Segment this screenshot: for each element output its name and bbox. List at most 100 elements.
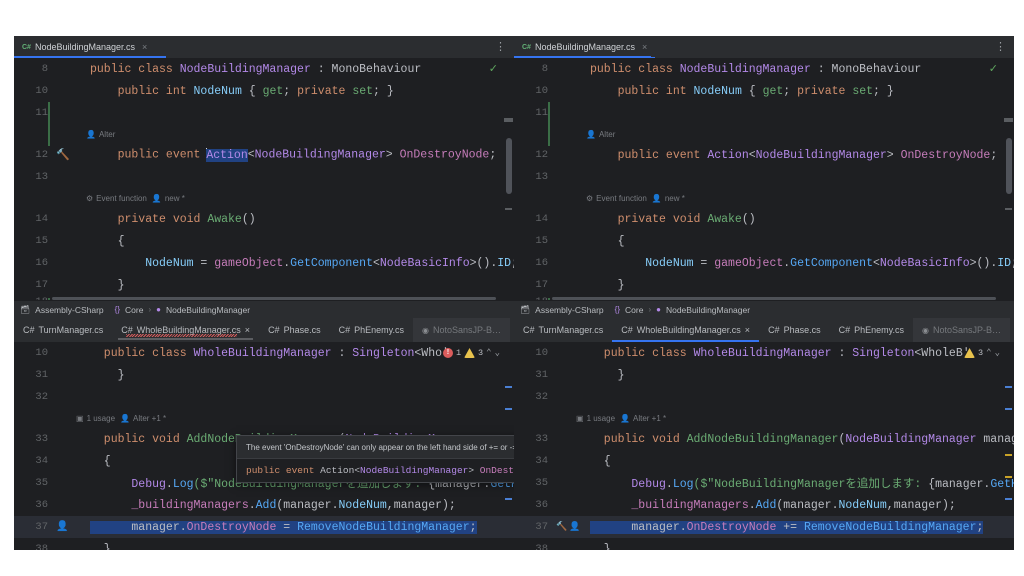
tab-wholebuildingmanager-right[interactable]: C# WholeBuildingManager.cs × <box>612 318 759 342</box>
prev-issue-icon[interactable]: ⌃ <box>486 348 491 358</box>
hint-text: ▣ 1 usage 👤 Alter +1 * <box>576 413 667 423</box>
bottom-tabstrip-right: C# TurnManager.cs C# WholeBuildingManage… <box>514 318 1014 342</box>
code-line: 35 Debug.Log($"NodeBuildingManagerを追加します… <box>514 472 1014 494</box>
usages-icon[interactable]: 👤 <box>569 522 580 532</box>
close-icon[interactable]: × <box>245 325 250 335</box>
class-icon: ● <box>656 305 661 314</box>
tab-turnmanager-left[interactable]: C# TurnManager.cs <box>14 318 112 342</box>
warning-triangle-icon[interactable] <box>964 348 976 358</box>
line-number: 34 <box>535 455 548 467</box>
line-number: 17 <box>35 279 48 291</box>
code-vision-hint[interactable]: 👤 Alter <box>14 124 514 144</box>
code-line-selected: 37 👤 manager.OnDestroyNode = RemoveNodeB… <box>14 516 514 538</box>
line-number: 10 <box>35 347 48 359</box>
code-line: 14 private void Awake() <box>514 208 1014 230</box>
tab-label: NodeBuildingManager.cs <box>534 42 636 52</box>
breadcrumb-namespace[interactable]: Core <box>625 305 643 315</box>
tab-phenemy-right[interactable]: C# PhEnemy.cs <box>830 318 913 342</box>
code-vision-hint[interactable]: ▣ 1 usage 👤 Alter +1 * <box>514 408 1014 428</box>
person-icon: 👤 <box>651 193 662 203</box>
line-number: 11 <box>35 107 48 119</box>
kebab-menu-icon[interactable]: ⋮ <box>487 41 514 53</box>
line-number: 35 <box>35 477 48 489</box>
error-tooltip-left[interactable]: The event 'OnDestroyNode' can only appea… <box>236 435 514 483</box>
kebab-menu-icon[interactable]: ⋮ <box>987 41 1014 53</box>
line-number: 35 <box>535 477 548 489</box>
line-number: 34 <box>35 455 48 467</box>
warning-count: 3 <box>978 348 984 358</box>
tab-label: TurnManager.cs <box>538 325 604 335</box>
tab-notosansjp-left[interactable]: ◉ NotoSansJP-B… <box>412 318 510 342</box>
code-text: public void AddNodeBuildingManager(NodeB… <box>590 432 1014 446</box>
code-vision-hint[interactable]: ▣ 1 usage 👤 Alter +1 * <box>14 408 514 428</box>
code-text: public int NodeNum { get; private set; } <box>590 84 894 98</box>
tab-phenemy-left[interactable]: C# PhEnemy.cs <box>330 318 413 342</box>
error-circle-icon[interactable]: ! <box>442 348 453 358</box>
code-text: } <box>90 542 111 551</box>
inspection-badges-right[interactable]: 3 ⌃ ⌄ <box>964 342 1000 364</box>
tab-notosansjp-right[interactable]: ◉ NotoSansJP-B… <box>912 318 1010 342</box>
gutter-icons[interactable]: 🔨 👤 <box>554 522 586 532</box>
code-text: _buildingManagers.Add(manager.NodeNum,ma… <box>590 498 956 512</box>
tab-nodebuildingmanager-left[interactable]: C# NodeBuildingManager.cs × <box>14 36 156 59</box>
code-line: 15 { <box>14 230 514 252</box>
close-icon[interactable]: × <box>142 42 147 52</box>
breadcrumb-class[interactable]: NodeBuildingManager <box>666 305 750 315</box>
tab-phase-right[interactable]: C# Phase.cs <box>759 318 830 342</box>
hint-text: 👤 Alter <box>586 129 616 139</box>
tab-label: PhEnemy.cs <box>354 325 404 335</box>
warning-triangle-icon[interactable] <box>464 348 476 358</box>
error-tooltip-code: public event Action<NodeBuildingManager>… <box>237 458 514 482</box>
code-vision-hint[interactable]: 👤 Alter <box>514 124 1014 144</box>
tab-nodebuildingmanager-right[interactable]: C# NodeBuildingManager.cs × <box>514 36 656 59</box>
line-number: 31 <box>535 369 548 381</box>
code-line: 13 <box>14 166 514 300</box>
top-code-area-right[interactable]: ✓ 8 public class NodeBuildingManager : M… <box>514 58 1014 300</box>
breadcrumb-assembly[interactable]: Assembly-CSharp <box>535 305 604 315</box>
gutter-icons[interactable]: 🔨 <box>54 148 86 162</box>
inspection-badges-left[interactable]: ! 1 3 ⌃ ⌄ <box>442 342 500 364</box>
line-number: 13 <box>535 171 548 183</box>
usage-icon: ▣ <box>76 413 84 423</box>
prev-issue-icon[interactable]: ⌃ <box>986 348 991 358</box>
hammer-icon[interactable]: 🔨 <box>56 148 70 162</box>
top-code-area-left[interactable]: ✓ 8 public class NodeBuildingManager : M… <box>14 58 514 300</box>
tab-phase-left[interactable]: C# Phase.cs <box>259 318 330 342</box>
tab-label: NotoSansJP-B… <box>932 325 1001 335</box>
person-icon: 👤 <box>151 193 162 203</box>
top-tabstrip-left: C# NodeBuildingManager.cs × ⋮ <box>14 36 514 59</box>
bottom-code-area-left[interactable]: 10 public class WholeBuildingManager : S… <box>14 342 514 550</box>
tab-turnmanager-right[interactable]: C# TurnManager.cs <box>514 318 612 342</box>
code-text: } <box>90 368 125 382</box>
tab-overflow-chevron-icon[interactable]: ⌄ <box>1010 325 1014 336</box>
gutter-icons[interactable]: 👤 <box>54 521 86 533</box>
code-line: 11 <box>14 102 514 124</box>
tab-label: NodeBuildingManager.cs <box>34 42 136 52</box>
horizontal-scrollbar[interactable] <box>552 297 996 300</box>
usage-icon: ▣ <box>576 413 584 423</box>
hammer-icon[interactable]: 🔨 <box>556 522 567 532</box>
usages-icon[interactable]: 👤 <box>56 521 68 533</box>
horizontal-scrollbar[interactable] <box>52 297 496 300</box>
line-number: 12 <box>535 149 548 161</box>
next-issue-icon[interactable]: ⌄ <box>495 348 500 358</box>
bottom-code-area-right[interactable]: 10 public class WholeBuildingManager : S… <box>514 342 1014 550</box>
close-icon[interactable]: × <box>745 325 750 335</box>
line-number: 8 <box>41 63 48 75</box>
line-number: 17 <box>535 279 548 291</box>
hint-text: ⚙ Event function 👤 new * <box>86 193 185 203</box>
breadcrumb-namespace[interactable]: Core <box>125 305 143 315</box>
close-icon[interactable]: × <box>642 42 647 52</box>
tab-wholebuildingmanager-left[interactable]: C# WholeBuildingManager.cs × <box>112 318 259 342</box>
breadcrumb-assembly[interactable]: Assembly-CSharp <box>35 305 104 315</box>
code-vision-hint[interactable]: ⚙ Event function 👤 new * <box>514 188 1014 208</box>
code-vision-hint[interactable]: ⚙ Event function 👤 new * <box>14 188 514 208</box>
next-issue-icon[interactable]: ⌄ <box>995 348 1000 358</box>
code-line: 10 public class WholeBuildingManager : S… <box>14 342 514 364</box>
code-text: NodeNum = gameObject.GetComponent<NodeBa… <box>90 256 514 270</box>
breadcrumb-class[interactable]: NodeBuildingManager <box>166 305 250 315</box>
code-line: 16 NodeNum = gameObject.GetComponent<Nod… <box>514 252 1014 274</box>
ide-panel-after: C# NodeBuildingManager.cs × ⋮ ✓ 8 public… <box>514 36 1014 550</box>
screenshot-root: C# NodeBuildingManager.cs × ⋮ ✓ 8 public… <box>0 0 1024 576</box>
code-text: public class NodeBuildingManager : MonoB… <box>590 62 922 76</box>
